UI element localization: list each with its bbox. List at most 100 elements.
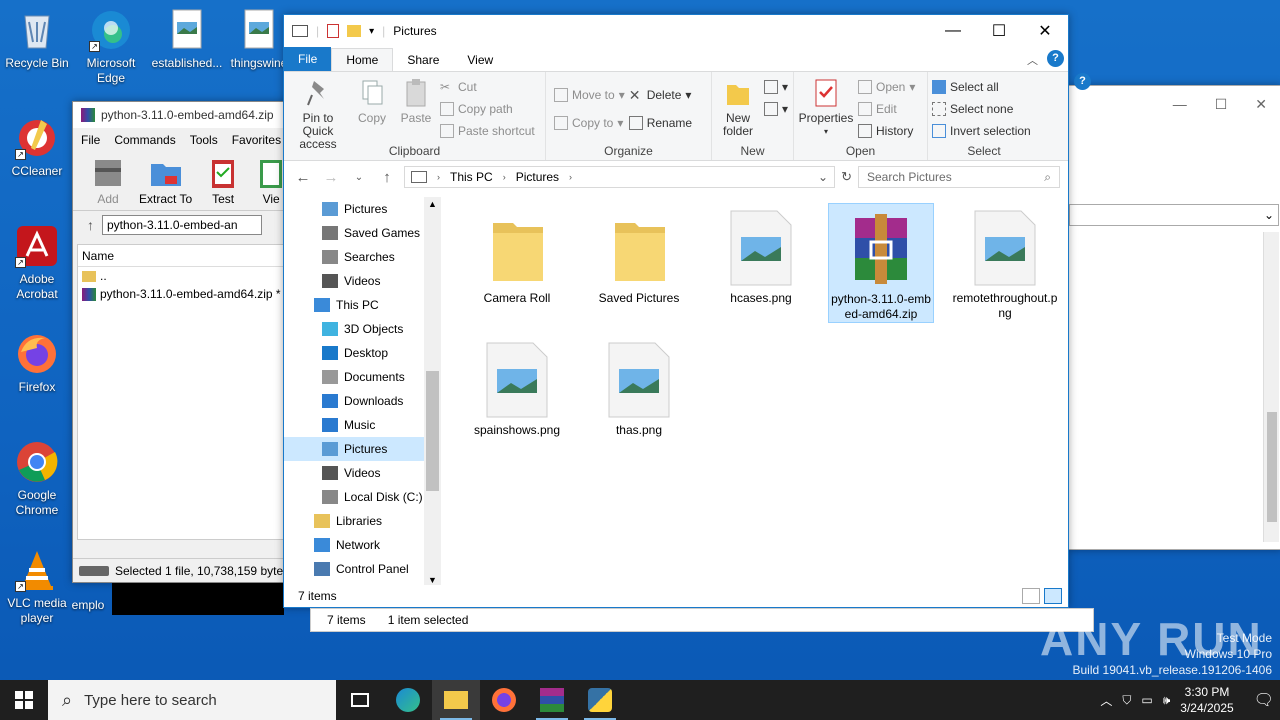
nav-item[interactable]: Downloads	[284, 389, 424, 413]
desktop-icon-chrome[interactable]: Google Chrome	[0, 440, 74, 518]
taskbar-edge[interactable]	[384, 680, 432, 720]
add-button[interactable]: Add	[91, 156, 125, 206]
desktop-icon-firefox[interactable]: Firefox	[0, 332, 74, 395]
background-window[interactable]: — ☐ ✕ ⌄	[1068, 85, 1280, 550]
taskbar-file-explorer[interactable]	[432, 680, 480, 720]
maximize-icon[interactable]: ☐	[1215, 96, 1228, 113]
scrollbar[interactable]	[1263, 232, 1279, 542]
list-item[interactable]: ..	[78, 267, 286, 285]
taskbar-firefox[interactable]	[480, 680, 528, 720]
select-all-button[interactable]: Select all	[932, 78, 1031, 96]
address-dropdown-icon[interactable]: ⌄	[818, 170, 828, 184]
copy-to-button[interactable]: Copy to ▾	[554, 114, 625, 132]
network-icon[interactable]: ▭	[1141, 693, 1152, 707]
notifications-icon[interactable]: 🗨	[1254, 690, 1274, 710]
nav-item[interactable]: Videos	[284, 269, 424, 293]
minimize-icon[interactable]: —	[1173, 96, 1187, 112]
nav-item[interactable]: This PC	[284, 293, 424, 317]
new-item-button[interactable]: ▾	[764, 78, 788, 96]
file-item[interactable]: spainshows.png	[464, 335, 570, 438]
dropdown[interactable]: ⌄	[1069, 204, 1279, 226]
clock[interactable]: 3:30 PM 3/24/2025	[1180, 684, 1233, 716]
desktop-icon-ccleaner[interactable]: ↗ CCleaner	[0, 116, 74, 179]
extract-to-button[interactable]: Extract To	[139, 156, 192, 206]
desktop-icon-established[interactable]: established...	[150, 8, 224, 71]
search-input[interactable]: Search Pictures ⌕	[858, 166, 1060, 188]
close-icon[interactable]: ✕	[1255, 96, 1267, 113]
desktop-icon-emplo[interactable]: emplo	[58, 598, 118, 613]
test-button[interactable]: Test	[206, 156, 240, 206]
file-list-view[interactable]: Camera Roll Saved Pictures hcases.png py…	[444, 197, 1068, 587]
delete-button[interactable]: ✕ Delete ▾	[629, 86, 692, 104]
task-view-button[interactable]	[336, 680, 384, 720]
taskbar-search-input[interactable]: ⌕ Type here to search	[48, 680, 336, 720]
cut-button[interactable]: ✂ Cut	[440, 78, 535, 96]
tab-home[interactable]: Home	[331, 48, 394, 71]
nav-item[interactable]: Control Panel	[284, 557, 424, 581]
menu-commands[interactable]: Commands	[114, 133, 175, 147]
copy-path-button[interactable]: Copy path	[440, 100, 535, 118]
volume-icon[interactable]: 🕪	[1163, 693, 1171, 708]
tray-overflow-icon[interactable]: ︿	[1100, 692, 1112, 709]
menu-tools[interactable]: Tools	[190, 133, 218, 147]
nav-scrollbar[interactable]: ▲ ▼	[424, 197, 441, 587]
file-item[interactable]: remotethroughout.png	[952, 203, 1058, 321]
tab-share[interactable]: Share	[393, 49, 453, 71]
scroll-down-icon[interactable]: ▼	[428, 575, 437, 585]
desktop-icon-vlc[interactable]: ↗ VLC media player	[0, 548, 74, 626]
new-folder-quick-icon[interactable]	[347, 25, 362, 37]
forward-arrow-icon[interactable]: →	[320, 169, 342, 186]
paste-shortcut-button[interactable]: Paste shortcut	[440, 122, 535, 140]
invert-selection-button[interactable]: Invert selection	[932, 122, 1031, 140]
nav-item[interactable]: Music	[284, 413, 424, 437]
file-item[interactable]: thas.png	[586, 335, 692, 438]
winrar-path-input[interactable]: python-3.11.0-embed-an	[102, 214, 262, 235]
up-arrow-icon[interactable]: ↑	[87, 217, 94, 233]
file-explorer-window[interactable]: | ▾ | Pictures — ☐ ✕ File Home Share Vie…	[283, 14, 1069, 608]
help-icon[interactable]: ?	[1074, 73, 1091, 90]
desktop-icon-edge[interactable]: ↗ Microsoft Edge	[74, 8, 148, 86]
nav-item[interactable]: Searches	[284, 245, 424, 269]
menu-favorites[interactable]: Favorites	[232, 133, 281, 147]
refresh-icon[interactable]: ↻	[841, 169, 852, 185]
nav-item[interactable]: Pictures	[284, 197, 424, 221]
file-item[interactable]: hcases.png	[708, 203, 814, 306]
close-button[interactable]: ✕	[1022, 15, 1068, 47]
nav-item[interactable]: 3D Objects	[284, 317, 424, 341]
menu-file[interactable]: File	[81, 133, 100, 147]
collapse-ribbon-icon[interactable]: ︿	[1027, 52, 1038, 68]
rename-button[interactable]: Rename	[628, 114, 692, 132]
nav-item[interactable]: Desktop	[284, 341, 424, 365]
maximize-button[interactable]: ☐	[976, 15, 1022, 47]
taskbar-python[interactable]	[576, 680, 624, 720]
open-button[interactable]: Open ▾	[858, 78, 915, 96]
nav-item[interactable]: Documents	[284, 365, 424, 389]
folder-item[interactable]: Saved Pictures	[586, 203, 692, 306]
nav-item[interactable]: Pictures	[284, 437, 424, 461]
security-icon[interactable]: ⛉	[1122, 693, 1131, 708]
large-icons-view-icon[interactable]	[1044, 588, 1062, 604]
help-icon[interactable]: ?	[1047, 50, 1064, 67]
recent-locations-icon[interactable]: ⌄	[348, 172, 370, 183]
easy-access-button[interactable]: ▾	[764, 100, 788, 118]
desktop-icon-acrobat[interactable]: ↗ Adobe Acrobat	[0, 224, 74, 302]
history-button[interactable]: History	[858, 122, 915, 140]
select-none-button[interactable]: Select none	[932, 100, 1031, 118]
navigation-pane[interactable]: ▲ ▼ Pictures Saved Games Searches Videos Thi…	[284, 197, 442, 587]
column-header-name[interactable]: Name	[78, 245, 286, 267]
file-item-selected[interactable]: python-3.11.0-embed-amd64.zip	[828, 203, 934, 323]
nav-item[interactable]: Videos	[284, 461, 424, 485]
nav-item[interactable]: Local Disk (C:)	[284, 485, 424, 509]
tab-file[interactable]: File	[284, 47, 332, 71]
minimize-button[interactable]: —	[930, 15, 976, 47]
start-button[interactable]	[0, 680, 48, 720]
move-to-button[interactable]: Move to ▾	[554, 86, 625, 104]
quick-access-toolbar-dropdown-icon[interactable]: ▾	[369, 26, 374, 37]
winrar-window[interactable]: python-3.11.0-embed-amd64.zip File Comma…	[72, 101, 292, 583]
winrar-file-list[interactable]: Name .. python-3.11.0-embed-amd64.zip *	[77, 244, 287, 540]
list-item[interactable]: python-3.11.0-embed-amd64.zip *	[78, 285, 286, 303]
desktop-icon-recycle-bin[interactable]: Recycle Bin	[0, 8, 74, 71]
taskbar-winrar[interactable]	[528, 680, 576, 720]
edit-button[interactable]: Edit	[858, 100, 915, 118]
folder-item[interactable]: Camera Roll	[464, 203, 570, 306]
